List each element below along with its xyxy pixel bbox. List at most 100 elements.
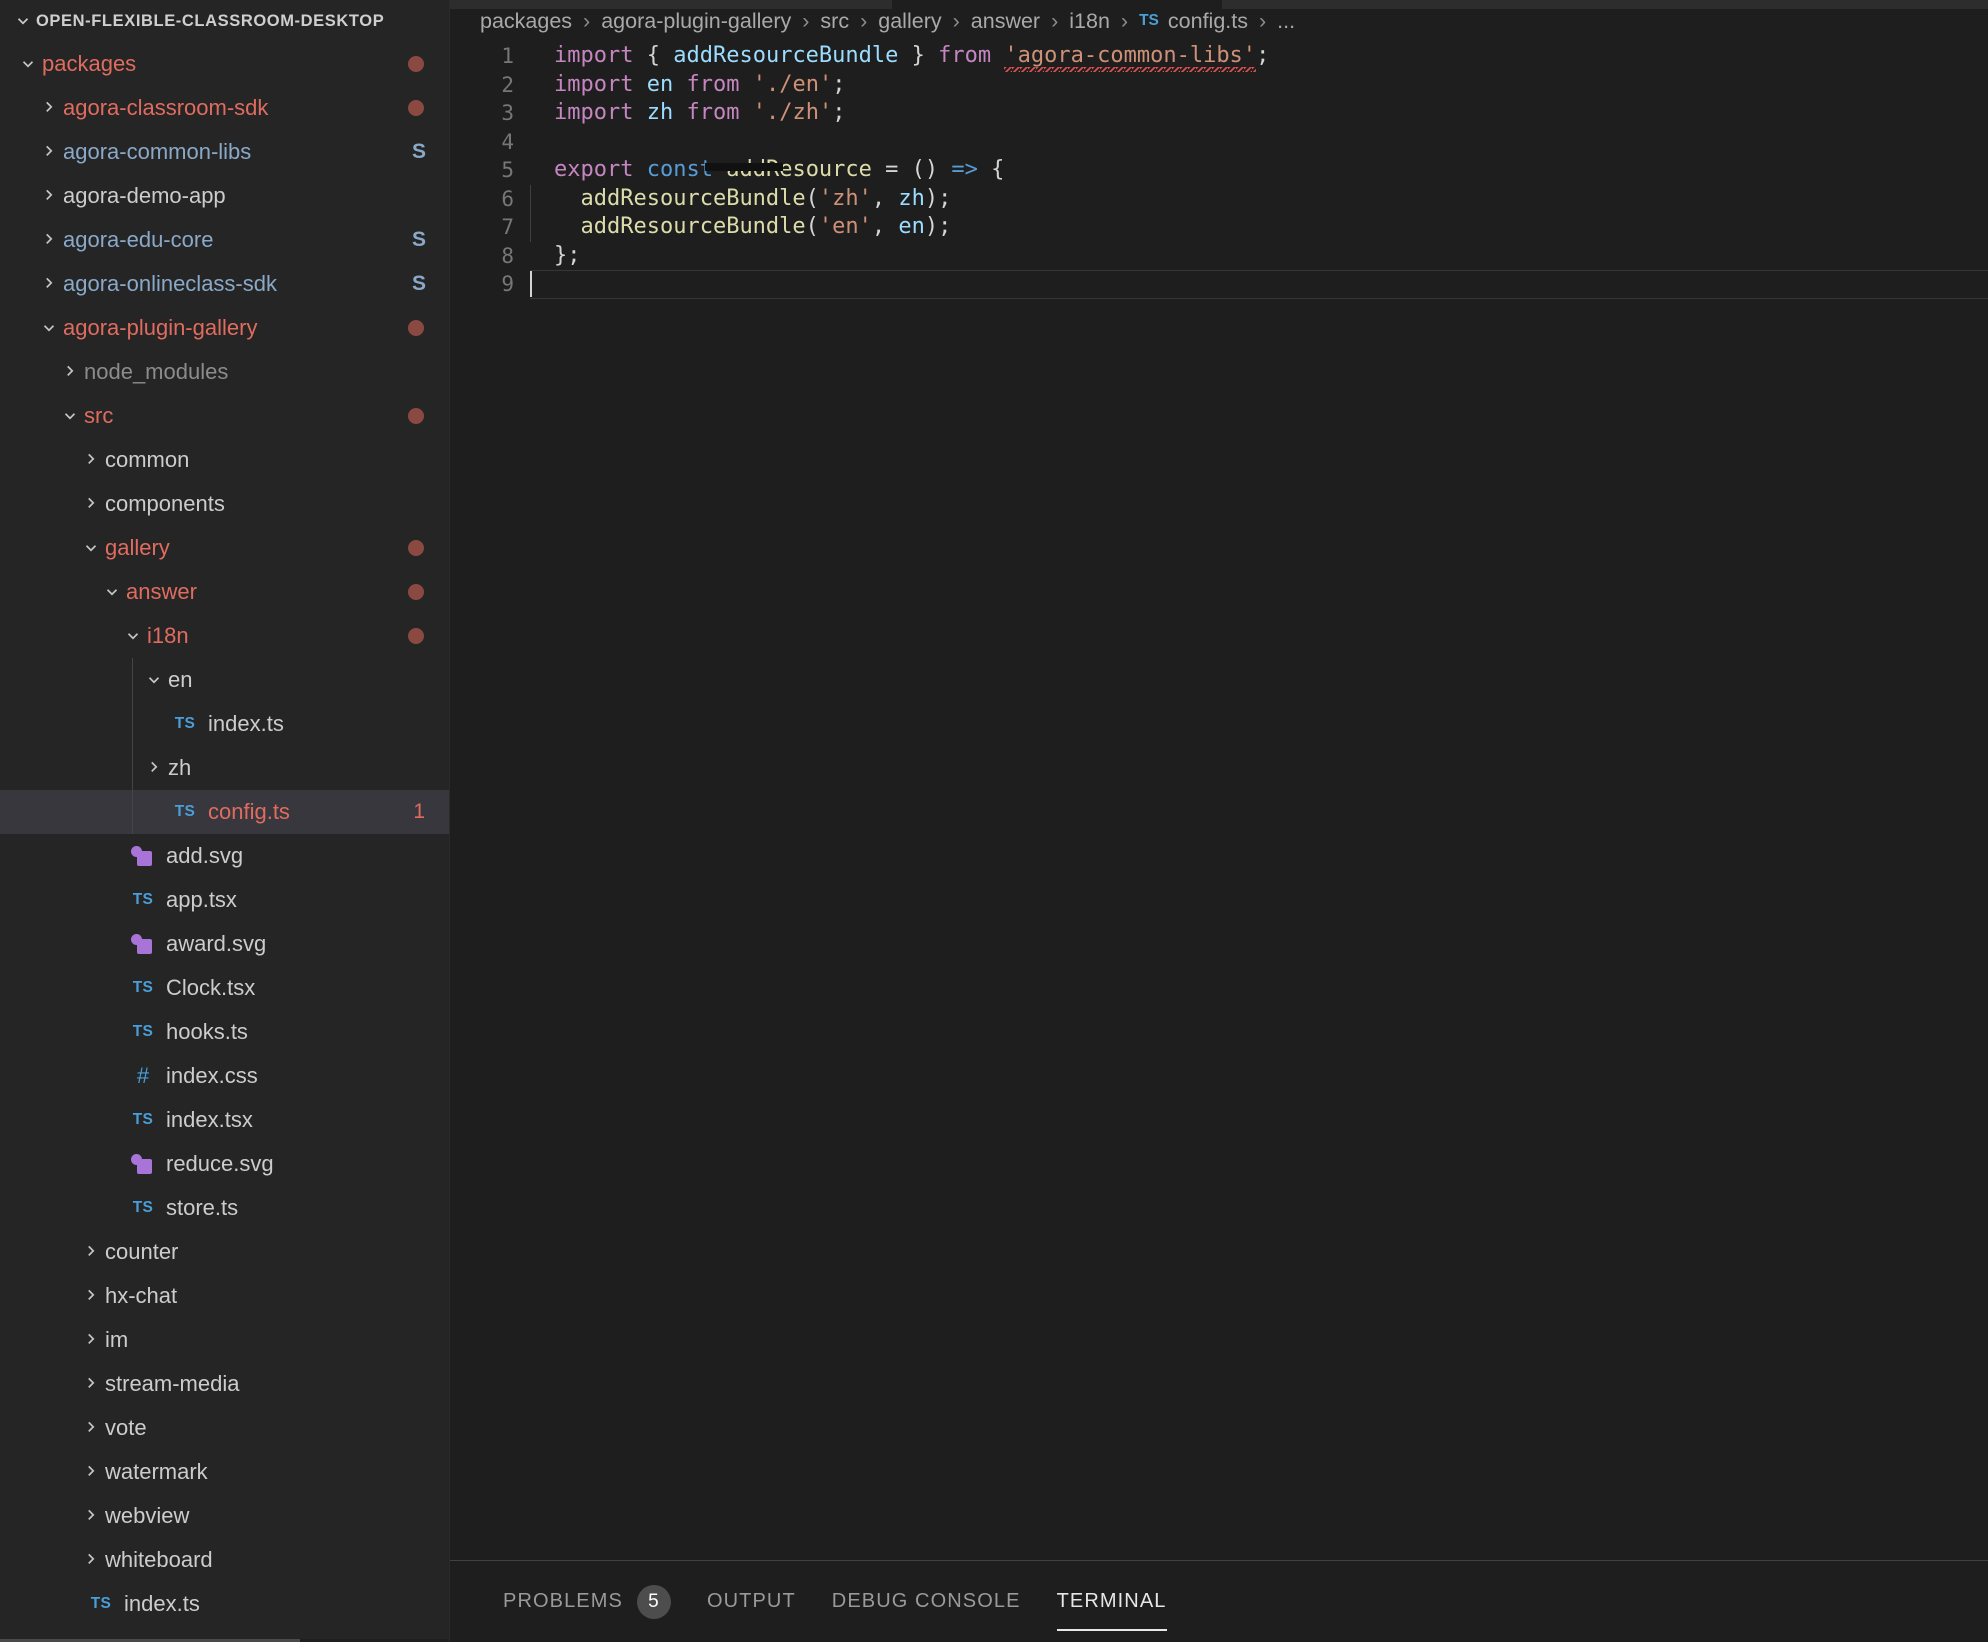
editor-tab-strip[interactable] (450, 0, 1988, 9)
breadcrumb-item-1[interactable]: agora-plugin-gallery (601, 9, 791, 34)
tree-item-config-ts[interactable]: TS config.ts 1 (0, 790, 450, 834)
breadcrumb-item-3[interactable]: gallery (878, 9, 941, 34)
chevron-right-icon[interactable] (35, 231, 63, 249)
code-line[interactable]: 2 import en from './en'; (450, 71, 1988, 100)
chevron-down-icon[interactable] (14, 55, 42, 73)
ts-file-icon: TS (126, 1111, 160, 1129)
chevron-right-icon[interactable] (77, 1243, 105, 1261)
chevron-right-icon[interactable] (77, 1331, 105, 1349)
tree-item-webview[interactable]: webview (0, 1494, 450, 1538)
tree-item-node-modules[interactable]: node_modules (0, 350, 450, 394)
editor-tab-5[interactable] (1932, 0, 1988, 9)
editor-tab-2[interactable] (892, 0, 1222, 9)
tree-item-im[interactable]: im (0, 1318, 450, 1362)
editor-tab-3[interactable] (1222, 0, 1472, 9)
tree-item-award-svg[interactable]: award.svg (0, 922, 450, 966)
code-line[interactable]: 8}; (450, 242, 1988, 271)
chevron-down-icon[interactable] (98, 583, 126, 601)
breadcrumb-item-6[interactable]: config.ts (1168, 9, 1248, 34)
tree-item-src[interactable]: src (0, 394, 450, 438)
code-line[interactable]: 1 import { addResourceBundle } from 'agor… (450, 42, 1988, 71)
chevron-right-icon[interactable] (77, 1375, 105, 1393)
editor-tab-4[interactable] (1472, 0, 1932, 9)
tree-item-clock-tsx[interactable]: TS Clock.tsx (0, 966, 450, 1010)
tree-item-zh[interactable]: zh (0, 746, 450, 790)
tree-item-stream-media[interactable]: stream-media (0, 1362, 450, 1406)
chevron-right-icon[interactable] (56, 363, 84, 381)
code-token: , (871, 185, 899, 211)
tree-item-app-tsx[interactable]: TS app.tsx (0, 878, 450, 922)
code-line[interactable]: 4 (450, 128, 1988, 157)
code-token: import (554, 43, 634, 68)
chevron-right-icon[interactable] (35, 99, 63, 117)
chevron-down-icon[interactable] (119, 627, 147, 645)
code-line[interactable]: 9 (450, 270, 1988, 299)
tree-item-packages[interactable]: packages (0, 42, 450, 86)
file-tree[interactable]: packages agora-classroom-sdk agora-common-… (0, 42, 450, 1626)
panel-tab-output[interactable]: OUTPUT (689, 1561, 814, 1642)
code-token: import (554, 71, 634, 97)
chevron-right-icon[interactable] (77, 1551, 105, 1569)
breadcrumb-item-4[interactable]: answer (971, 9, 1040, 34)
tree-item-en[interactable]: en (0, 658, 450, 702)
tree-item-hx-chat[interactable]: hx-chat (0, 1274, 450, 1318)
tree-item-agora-onlineclass-sdk[interactable]: agora-onlineclass-sdk S (0, 262, 450, 306)
tree-item-index-css[interactable]: # index.css (0, 1054, 450, 1098)
tree-item-hooks-ts[interactable]: TS hooks.ts (0, 1010, 450, 1054)
chevron-right-icon[interactable] (35, 187, 63, 205)
tree-item-index-ts[interactable]: TS index.ts (0, 1582, 450, 1626)
tree-item-store-ts[interactable]: TS store.ts (0, 1186, 450, 1230)
chevron-right-icon[interactable] (140, 759, 168, 777)
breadcrumb-item-5[interactable]: i18n (1069, 9, 1110, 34)
code-token: './zh' (752, 100, 833, 125)
chevron-right-icon[interactable] (77, 1287, 105, 1305)
tree-item-agora-demo-app[interactable]: agora-demo-app (0, 174, 450, 218)
explorer-root-header[interactable]: OPEN-FLEXIBLE-CLASSROOM-DESKTOP (0, 0, 450, 42)
chevron-down-icon[interactable] (56, 407, 84, 425)
panel-tab-debug-console[interactable]: DEBUG CONSOLE (814, 1561, 1039, 1642)
chevron-down-icon[interactable] (77, 539, 105, 557)
tree-item-label: vote (105, 1415, 147, 1440)
code-line[interactable]: 3 import zh from './zh'; (450, 99, 1988, 128)
chevron-right-icon[interactable] (77, 1507, 105, 1525)
panel-tab-problems[interactable]: PROBLEMS 5 (485, 1561, 689, 1642)
editor-tab-0[interactable] (450, 0, 570, 9)
code-content[interactable]: 1 import { addResourceBundle } from 'agor… (450, 42, 1988, 299)
code-line[interactable]: 5 export const addResource = () => { (450, 156, 1988, 185)
tree-item-reduce-svg[interactable]: reduce.svg (0, 1142, 450, 1186)
tree-item-agora-classroom-sdk[interactable]: agora-classroom-sdk (0, 86, 450, 130)
tree-item-i18n[interactable]: i18n (0, 614, 450, 658)
tree-item-agora-edu-core[interactable]: agora-edu-core S (0, 218, 450, 262)
chevron-right-icon[interactable] (35, 275, 63, 293)
bottom-panel-tabs[interactable]: PROBLEMS 5 OUTPUT DEBUG CONSOLE TERMINAL (450, 1560, 1988, 1642)
breadcrumb-item-2[interactable]: src (820, 9, 849, 34)
tree-item-add-svg[interactable]: add.svg (0, 834, 450, 878)
breadcrumb-item-7[interactable]: ... (1277, 9, 1295, 34)
tree-item-components[interactable]: components (0, 482, 450, 526)
tree-item-gallery[interactable]: gallery (0, 526, 450, 570)
tree-item-vote[interactable]: vote (0, 1406, 450, 1450)
chevron-right-icon[interactable] (35, 143, 63, 161)
chevron-right-icon[interactable] (77, 1419, 105, 1437)
code-line[interactable]: 6 addResourceBundle('zh', zh); (450, 184, 1988, 213)
tree-item-counter[interactable]: counter (0, 1230, 450, 1274)
tree-item-index-tsx[interactable]: TS index.tsx (0, 1098, 450, 1142)
chevron-right-icon[interactable] (77, 495, 105, 513)
tree-item-watermark[interactable]: watermark (0, 1450, 450, 1494)
tree-item-common[interactable]: common (0, 438, 450, 482)
panel-tab-terminal[interactable]: TERMINAL (1039, 1561, 1185, 1642)
breadcrumb-item-0[interactable]: packages (480, 9, 572, 34)
code-editor[interactable]: 1 import { addResourceBundle } from 'agor… (450, 42, 1988, 1560)
tree-item-agora-common-libs[interactable]: agora-common-libs S (0, 130, 450, 174)
tree-item-index-ts[interactable]: TS index.ts (0, 702, 450, 746)
code-line[interactable]: 7 addResourceBundle('en', en); (450, 213, 1988, 242)
editor-tab-1[interactable] (570, 0, 892, 9)
chevron-right-icon[interactable] (77, 1463, 105, 1481)
chevron-right-icon[interactable] (77, 451, 105, 469)
tree-item-whiteboard[interactable]: whiteboard (0, 1538, 450, 1582)
tree-item-agora-plugin-gallery[interactable]: agora-plugin-gallery (0, 306, 450, 350)
chevron-down-icon[interactable] (140, 671, 168, 689)
chevron-down-icon[interactable] (35, 319, 63, 337)
tree-item-answer[interactable]: answer (0, 570, 450, 614)
